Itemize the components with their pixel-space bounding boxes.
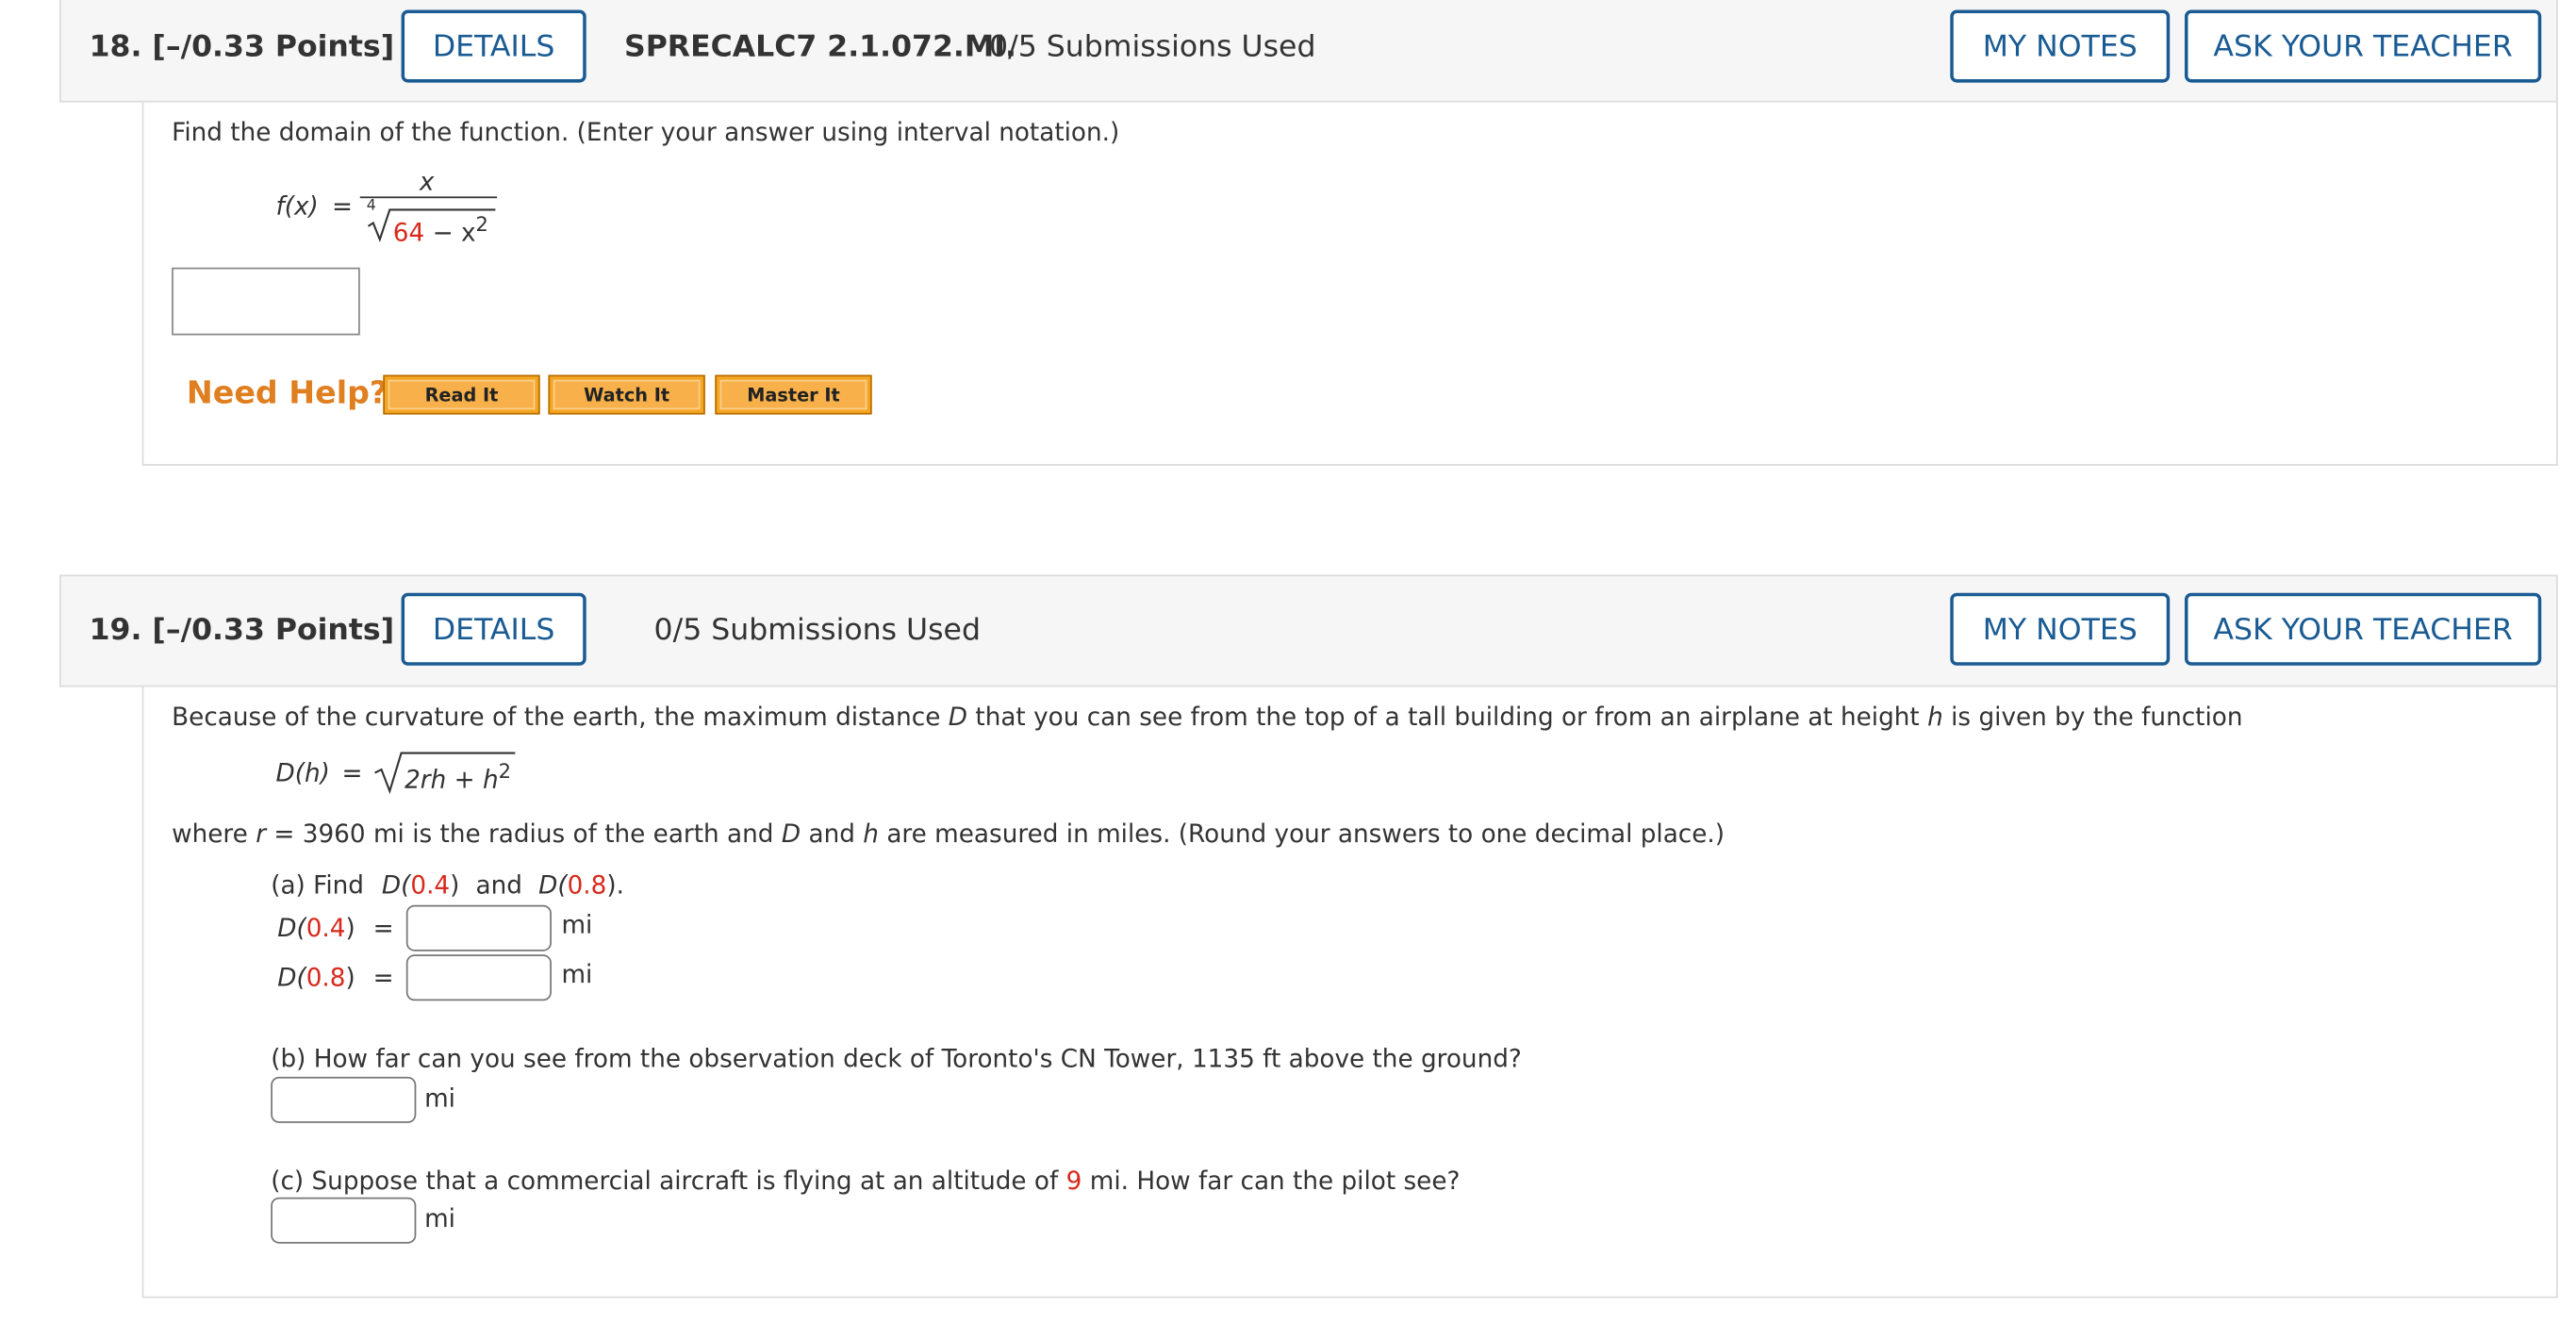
q19-submissions: 0/5 Submissions Used [653,612,981,648]
q19-row2-val: 0.8 [305,963,346,993]
watch-it-label: Watch It [553,379,701,410]
q19-where-t2: = 3960 mi is the radius of the earth and [273,819,774,850]
q18-points: [–/0.33 Points] [152,29,395,65]
q19-fn-equals: = [341,757,363,788]
q19-my-notes-button[interactable]: MY NOTES [1950,592,2171,666]
q19-intro: Because of the curvature of the earth, t… [172,702,2242,732]
q18-radicand-exp: 2 [475,212,488,237]
q19-part-c-prompt: (c) Suppose that a commercial aircraft i… [271,1166,1460,1196]
q19-row2-unit: mi [561,959,593,990]
q18-radicand-const: 64 [392,218,425,248]
q19-row1-eq: = [372,913,394,943]
q19-where-h: h [863,819,879,850]
q18-number: 18. [89,29,142,65]
q18-numerator: x [419,166,435,197]
q19-intro-t1: Because of the curvature of the earth, t… [172,702,941,732]
q18-prompt: Find the domain of the function. (Enter … [172,117,1120,147]
q18-need-help: Need Help? [186,374,388,412]
q19-row1-pre: D( [277,913,306,943]
watch-it-button[interactable]: Watch It [548,374,705,415]
q18-my-notes-button[interactable]: MY NOTES [1950,9,2171,83]
q19-fn-radicand-text: 2rh + h [405,764,499,795]
q18-submissions: 0/5 Submissions Used [989,29,1316,65]
q19-part-c-unit: mi [424,1203,455,1234]
q19-intro-D: D [948,702,968,732]
q19-part-a-v2: 0.8 [567,869,607,901]
q19-part-a-c2: ). [606,869,624,901]
q18-answer-input[interactable] [172,267,360,336]
q19-row1-unit: mi [561,909,593,940]
q18-title: 18. [–/0.33 Points] [90,30,395,65]
q19-row2-eq: = [372,963,394,993]
part-c-input[interactable] [271,1197,417,1244]
d-0-8-input[interactable] [405,954,552,1001]
q19-part-a-prompt: (a) Find D(0.4) and D(0.8). [271,870,624,901]
q19-row1-label: D(0.4) = [277,913,393,943]
q19-where: where r = 3960 mi is the radius of the e… [172,819,1725,850]
q19-part-a-v1: 0.4 [410,869,451,901]
q19-header: 19. [–/0.33 Points] DETAILS 0/5 Submissi… [59,574,2558,687]
q19-row2-pre: D( [277,963,306,993]
q19-row1-post: ) [345,913,355,943]
q18-source-label: SPRECALC7 2.1.072.MI. [623,29,1016,65]
q19-part-b-prompt: (b) How far can you see from the observa… [271,1043,1522,1074]
q19-where-t3: and [808,819,855,850]
q19-ask-teacher-button[interactable]: ASK YOUR TEACHER [2184,592,2542,666]
q19-part-a-d1: D( [381,869,411,901]
q19-where-t1: where [172,819,248,850]
q19-where-t4: are measured in miles. (Round your answe… [886,819,1726,850]
q18-header: 18. [–/0.33 Points] DETAILS SPRECALC7 2.… [59,0,2558,103]
master-it-label: Master It [719,379,867,410]
q19-part-c-t2: mi. How far can the pilot see? [1089,1166,1461,1196]
q19-title: 19. [–/0.33 Points] [90,613,395,648]
q18-source: SPRECALC7 2.1.072.MI. [624,30,1016,65]
q19-part-c-t1: (c) Suppose that a commercial aircraft i… [271,1166,1059,1196]
q19-where-r: r [256,819,267,850]
q19-row2-post: ) [345,963,355,993]
q19-part-b-unit: mi [424,1083,455,1114]
q19-details-button[interactable]: DETAILS [401,592,586,666]
master-it-button[interactable]: Master It [715,374,872,415]
q19-fn-exp: 2 [498,759,511,784]
q19-part-a-d2: D( [538,869,568,901]
q18-details-button[interactable]: DETAILS [401,9,586,83]
q19-part-c-val: 9 [1065,1166,1082,1196]
q18-equals: = [332,191,354,222]
q19-intro-h: h [1927,702,1943,732]
q19-number: 19. [89,612,142,648]
q19-row1-val: 0.4 [305,913,346,943]
read-it-label: Read It [388,379,536,410]
q19-intro-t3: is given by the function [1951,702,2243,732]
q18-fraction-bar [359,196,498,199]
q18-ask-teacher-button[interactable]: ASK YOUR TEACHER [2184,9,2542,83]
q19-part-a-c1: ) [450,869,460,901]
q18-fx: f(x) [275,191,319,222]
q19-part-a-t1: (a) Find [271,869,364,901]
q18-radicand: 64 − x2 [393,213,488,248]
q19-fn-lhs: D(h) [275,757,330,788]
q18-radicand-rest: − x [432,218,476,248]
q19-part-a-and: and [475,869,522,901]
read-it-button[interactable]: Read It [383,374,540,415]
q19-intro-t2: that you can see from the top of a tall … [975,702,1920,732]
d-0-4-input[interactable] [405,904,552,951]
q19-row2-label: D(0.8) = [277,963,393,993]
part-b-input[interactable] [271,1076,417,1123]
q19-fn-radicand: 2rh + h2 [405,760,511,795]
q19-points: [–/0.33 Points] [152,612,395,648]
q19-where-D: D [781,819,801,850]
